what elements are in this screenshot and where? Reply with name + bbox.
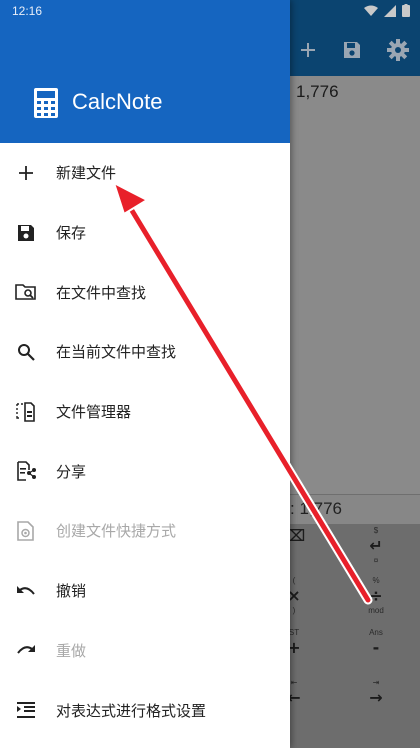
drawer-header: 12:16 CalcNote	[0, 0, 290, 143]
menu-item-file-manager[interactable]: 文件管理器	[0, 382, 290, 442]
menu-item-label: 分享	[56, 462, 87, 481]
save-button[interactable]	[336, 34, 368, 66]
cursor-right-key[interactable]: ⇥ →	[344, 678, 408, 722]
wifi-icon	[364, 5, 378, 16]
menu-item-label: 保存	[56, 224, 87, 243]
result-value: : 1,776	[290, 499, 342, 518]
menu-item-label: 文件管理器	[56, 403, 132, 422]
calculator-icon	[34, 88, 58, 118]
search-icon	[15, 341, 37, 363]
menu-item-find-in-current-file[interactable]: 在当前文件中查找	[0, 322, 290, 382]
menu-item-label: 在文件中查找	[56, 283, 147, 302]
menu-item-new-file[interactable]: 新建文件	[0, 143, 290, 203]
plus-icon	[15, 162, 37, 184]
menu-item-label: 新建文件	[56, 164, 117, 183]
signal-icon	[384, 4, 396, 17]
menu-item-share[interactable]: 分享	[0, 441, 290, 501]
menu-item-save[interactable]: 保存	[0, 203, 290, 263]
menu-item-redo[interactable]: 重做	[0, 621, 290, 681]
menu-item-label: 创建文件快捷方式	[56, 522, 177, 541]
navigation-drawer: 12:16 CalcNote 新建文件 保存 在文件中查找 在当前文件中查找 文…	[0, 0, 290, 748]
menu-item-label: 对表达式进行格式设置	[56, 701, 207, 720]
folder-search-icon	[15, 281, 37, 303]
undo-icon	[15, 580, 37, 602]
enter-key[interactable]: $ ↵ ¤	[344, 526, 408, 570]
menu-item-create-shortcut[interactable]: 创建文件快捷方式	[0, 501, 290, 561]
status-icons	[364, 4, 410, 17]
add-file-button[interactable]	[292, 34, 324, 66]
save-icon	[344, 42, 360, 58]
gear-icon	[387, 39, 409, 61]
menu-item-find-in-files[interactable]: 在文件中查找	[0, 262, 290, 322]
app-name: CalcNote	[72, 89, 163, 114]
status-time: 12:16	[12, 4, 43, 18]
menu-item-format-expressions[interactable]: 对表达式进行格式设置	[0, 680, 290, 740]
file-manager-icon	[15, 401, 37, 423]
menu-item-label: 撤销	[56, 582, 87, 601]
settings-button[interactable]	[382, 34, 414, 66]
drawer-menu: 新建文件 保存 在文件中查找 在当前文件中查找 文件管理器 分享 创建文件快捷方…	[0, 143, 290, 740]
shortcut-icon	[15, 520, 37, 542]
menu-item-label: 在当前文件中查找	[56, 343, 177, 362]
divide-key[interactable]: % ÷ mod	[344, 576, 408, 620]
redo-icon	[15, 639, 37, 661]
battery-icon	[402, 4, 410, 17]
save-icon	[15, 222, 37, 244]
minus-key[interactable]: Ans -	[344, 628, 408, 672]
plus-icon	[301, 43, 315, 57]
menu-item-label: 重做	[56, 641, 87, 660]
format-indent-icon	[15, 699, 37, 721]
editor-value: 1,776	[296, 82, 339, 101]
share-icon	[15, 460, 37, 482]
menu-item-undo[interactable]: 撤销	[0, 561, 290, 621]
